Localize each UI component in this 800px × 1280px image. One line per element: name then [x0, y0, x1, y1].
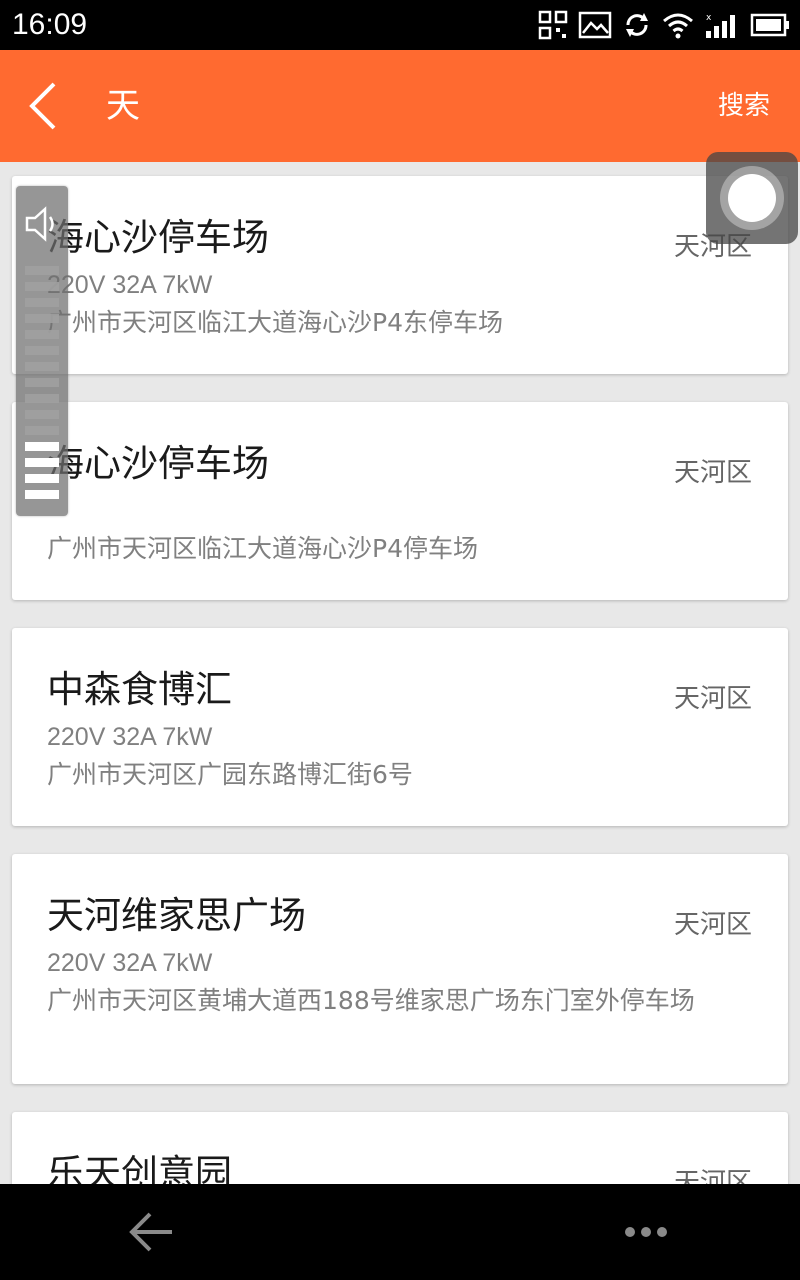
battery-icon — [750, 13, 790, 37]
station-address: 广州市天河区临江大道海心沙P4东停车场 — [47, 308, 503, 337]
list-item[interactable]: 中森食博汇 天河区 220V 32A 7kW 广州市天河区广园东路博汇街6号 — [12, 628, 788, 826]
station-spec: 220V 32A 7kW — [47, 949, 213, 977]
volume-overlay[interactable] — [16, 186, 68, 516]
volume-level-bars — [25, 266, 59, 506]
arrow-left-icon — [129, 1212, 172, 1252]
volume-bar — [25, 490, 59, 499]
volume-bar — [25, 330, 59, 339]
nav-back-button[interactable] — [128, 1210, 176, 1254]
station-address: 广州市天河区广园东路博汇街6号 — [47, 760, 413, 789]
volume-bar — [25, 474, 59, 483]
station-name: 海心沙停车场 — [47, 216, 269, 259]
speaker-icon — [24, 206, 62, 242]
page-title: 天 — [106, 86, 140, 126]
list-item[interactable]: 乐天创意园 天河区 — [12, 1112, 788, 1184]
volume-bar — [25, 314, 59, 323]
volume-bar — [25, 266, 59, 275]
wifi-icon — [662, 11, 694, 39]
station-name: 天河维家思广场 — [47, 894, 306, 937]
volume-bar — [25, 378, 59, 387]
svg-text:x: x — [706, 13, 712, 23]
volume-bar — [25, 426, 59, 435]
assist-dot-icon — [728, 174, 776, 222]
station-list[interactable]: 海心沙停车场 天河区 220V 32A 7kW 广州市天河区临江大道海心沙P4东… — [0, 162, 800, 1184]
station-district: 天河区 — [673, 910, 752, 940]
qr-code-icon — [538, 10, 568, 40]
station-spec: 220V 32A 7kW — [47, 271, 213, 299]
status-bar: 16:09 x — [0, 0, 800, 50]
volume-bar — [25, 394, 59, 403]
station-name: 海心沙停车场 — [47, 442, 269, 485]
navigation-bar — [0, 1184, 800, 1280]
station-district: 天河区 — [673, 684, 752, 714]
more-dots-icon — [625, 1227, 667, 1237]
station-address: 广州市天河区黄埔大道西188号维家思广场东门室外停车场 — [47, 986, 695, 1015]
volume-bar — [25, 458, 59, 467]
station-district: 天河区 — [673, 1168, 752, 1184]
chevron-left-icon — [29, 82, 56, 130]
list-item[interactable]: 天河维家思广场 天河区 220V 32A 7kW 广州市天河区黄埔大道西188号… — [12, 854, 788, 1084]
station-spec: 220V 32A 7kW — [47, 723, 213, 751]
status-icons: x — [538, 8, 790, 42]
floating-assist-button[interactable] — [706, 152, 798, 244]
status-time: 16:09 — [12, 8, 88, 41]
gallery-icon — [578, 11, 612, 39]
volume-bar — [25, 362, 59, 371]
list-item[interactable]: 海心沙停车场 天河区 220V 32A 7kW 广州市天河区临江大道海心沙P4东… — [12, 176, 788, 374]
volume-bar — [25, 410, 59, 419]
search-button[interactable]: 搜索 — [718, 88, 770, 124]
station-name: 乐天创意园 — [47, 1152, 232, 1184]
volume-bar — [25, 442, 59, 451]
sync-icon — [622, 10, 652, 40]
app-bar: 天 搜索 — [0, 50, 800, 162]
nav-menu-button[interactable] — [622, 1224, 670, 1240]
station-district: 天河区 — [673, 458, 752, 488]
volume-bar — [25, 282, 59, 291]
back-button[interactable] — [24, 80, 68, 132]
station-address: 广州市天河区临江大道海心沙P4停车场 — [47, 534, 478, 563]
list-item[interactable]: 海心沙停车场 天河区 广州市天河区临江大道海心沙P4停车场 — [12, 402, 788, 600]
cellular-signal-icon: x — [704, 11, 740, 39]
station-name: 中森食博汇 — [47, 668, 232, 711]
volume-bar — [25, 298, 59, 307]
volume-bar — [25, 346, 59, 355]
app-screen: 16:09 x 天 搜索 海心沙停车场 天河区 220V 32A 7kW 广州市… — [0, 0, 800, 1280]
